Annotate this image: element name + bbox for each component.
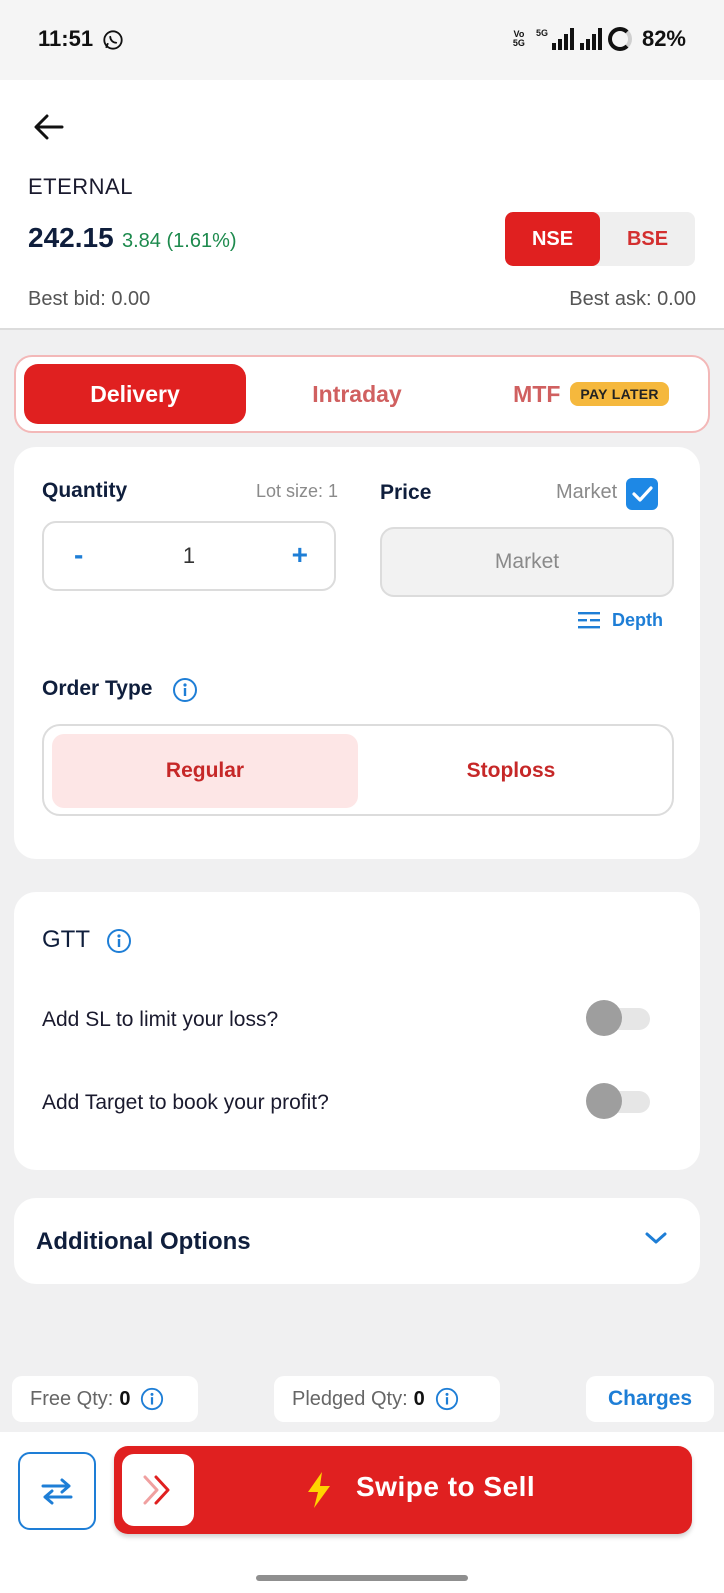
order-type-selector: Regular Stoploss [42, 724, 674, 816]
info-icon[interactable] [106, 928, 132, 954]
depth-icon [578, 611, 600, 628]
quantity-label: Quantity [42, 479, 128, 502]
signal-icon-1: 5G [536, 28, 574, 50]
battery-icon [607, 27, 632, 51]
chevron-down-icon[interactable] [644, 1230, 668, 1246]
pay-later-badge: PAY LATER [570, 382, 669, 406]
instrument-header: ETERNAL 242.15 3.84 (1.61%) NSE BSE Best… [0, 80, 724, 330]
tab-delivery[interactable]: Delivery [24, 364, 246, 424]
order-type-stoploss[interactable]: Stoploss [358, 734, 664, 808]
free-qty-value: 0 [119, 1387, 131, 1410]
double-chevron-right-icon [143, 1475, 170, 1505]
lightning-icon [308, 1472, 330, 1508]
pledged-qty-chip: Pledged Qty: 0 [274, 1376, 500, 1422]
swipe-to-sell-slider[interactable]: Swipe to Sell [114, 1446, 692, 1534]
checkbox-icon[interactable] [626, 478, 658, 510]
price-label: Price [380, 481, 432, 504]
swap-side-button[interactable] [18, 1452, 96, 1530]
order-card: Quantity Lot size: 1 - 1 + Price Market … [14, 447, 700, 859]
tab-mtf-label: MTF [513, 380, 561, 407]
best-ask: Best ask: 0.00 [569, 288, 696, 310]
gtt-card: GTT Add SL to limit your loss? Add Targe… [14, 892, 700, 1170]
pledged-qty-label: Pledged Qty: [292, 1387, 408, 1410]
exchange-nse[interactable]: NSE [505, 212, 600, 266]
home-indicator[interactable] [256, 1575, 468, 1581]
add-sl-toggle[interactable] [586, 1000, 650, 1036]
bottom-action-bar: Swipe to Sell [0, 1432, 724, 1593]
battery-percent: 82% [641, 26, 686, 51]
lot-size: Lot size: 1 [256, 481, 339, 501]
whatsapp-icon [103, 30, 123, 50]
market-toggle-label: Market [556, 481, 618, 503]
price-change: 3.84 (1.61%) [122, 230, 237, 252]
additional-options-card[interactable]: Additional Options [14, 1198, 700, 1284]
add-sl-label: Add SL to limit your loss? [42, 1008, 279, 1031]
add-target-label: Add Target to book your profit? [42, 1091, 329, 1114]
status-bar: 11:51 Vo 5G 5G 82% [0, 0, 724, 80]
signal-icon-2 [579, 28, 602, 50]
additional-options-label: Additional Options [36, 1228, 251, 1255]
free-qty-chip: Free Qty: 0 [12, 1376, 198, 1422]
add-target-toggle[interactable] [586, 1083, 650, 1119]
order-type-regular[interactable]: Regular [52, 734, 358, 808]
tab-mtf[interactable]: MTF PAY LATER [478, 364, 704, 424]
depth-label: Depth [612, 610, 663, 630]
increase-quantity-button[interactable]: + [292, 539, 308, 571]
back-arrow-icon[interactable] [32, 110, 66, 144]
info-icon[interactable] [435, 1387, 459, 1411]
tab-intraday[interactable]: Intraday [246, 364, 468, 424]
info-icon[interactable] [140, 1387, 164, 1411]
depth-link[interactable]: Depth [578, 610, 663, 631]
pledged-qty-value: 0 [413, 1387, 425, 1410]
price-input[interactable]: Market [380, 527, 674, 597]
status-indicators: Vo 5G 5G 82% [508, 26, 686, 52]
product-tabs: Delivery Intraday MTF PAY LATER [14, 355, 710, 433]
quantity-input[interactable]: 1 [44, 543, 334, 569]
volte-icon: Vo 5G [512, 29, 525, 48]
status-time: 11:51 [38, 26, 94, 51]
exchange-selector: NSE BSE [505, 212, 695, 266]
swipe-label: Swipe to Sell [356, 1471, 536, 1502]
free-qty-label: Free Qty: [30, 1387, 114, 1410]
network-gen-label: 5G [535, 28, 548, 38]
last-traded-price: 242.15 [28, 222, 114, 253]
instrument-symbol: ETERNAL [28, 174, 133, 199]
charges-button[interactable]: Charges [586, 1376, 714, 1422]
swipe-handle[interactable] [122, 1454, 194, 1526]
swap-icon [41, 1478, 73, 1505]
exchange-bse[interactable]: BSE [600, 212, 695, 266]
gtt-title: GTT [42, 926, 90, 953]
quantity-stepper[interactable]: - 1 + [42, 521, 336, 591]
best-bid: Best bid: 0.00 [28, 288, 151, 310]
order-type-label: Order Type [42, 677, 153, 700]
info-icon[interactable] [172, 677, 198, 703]
